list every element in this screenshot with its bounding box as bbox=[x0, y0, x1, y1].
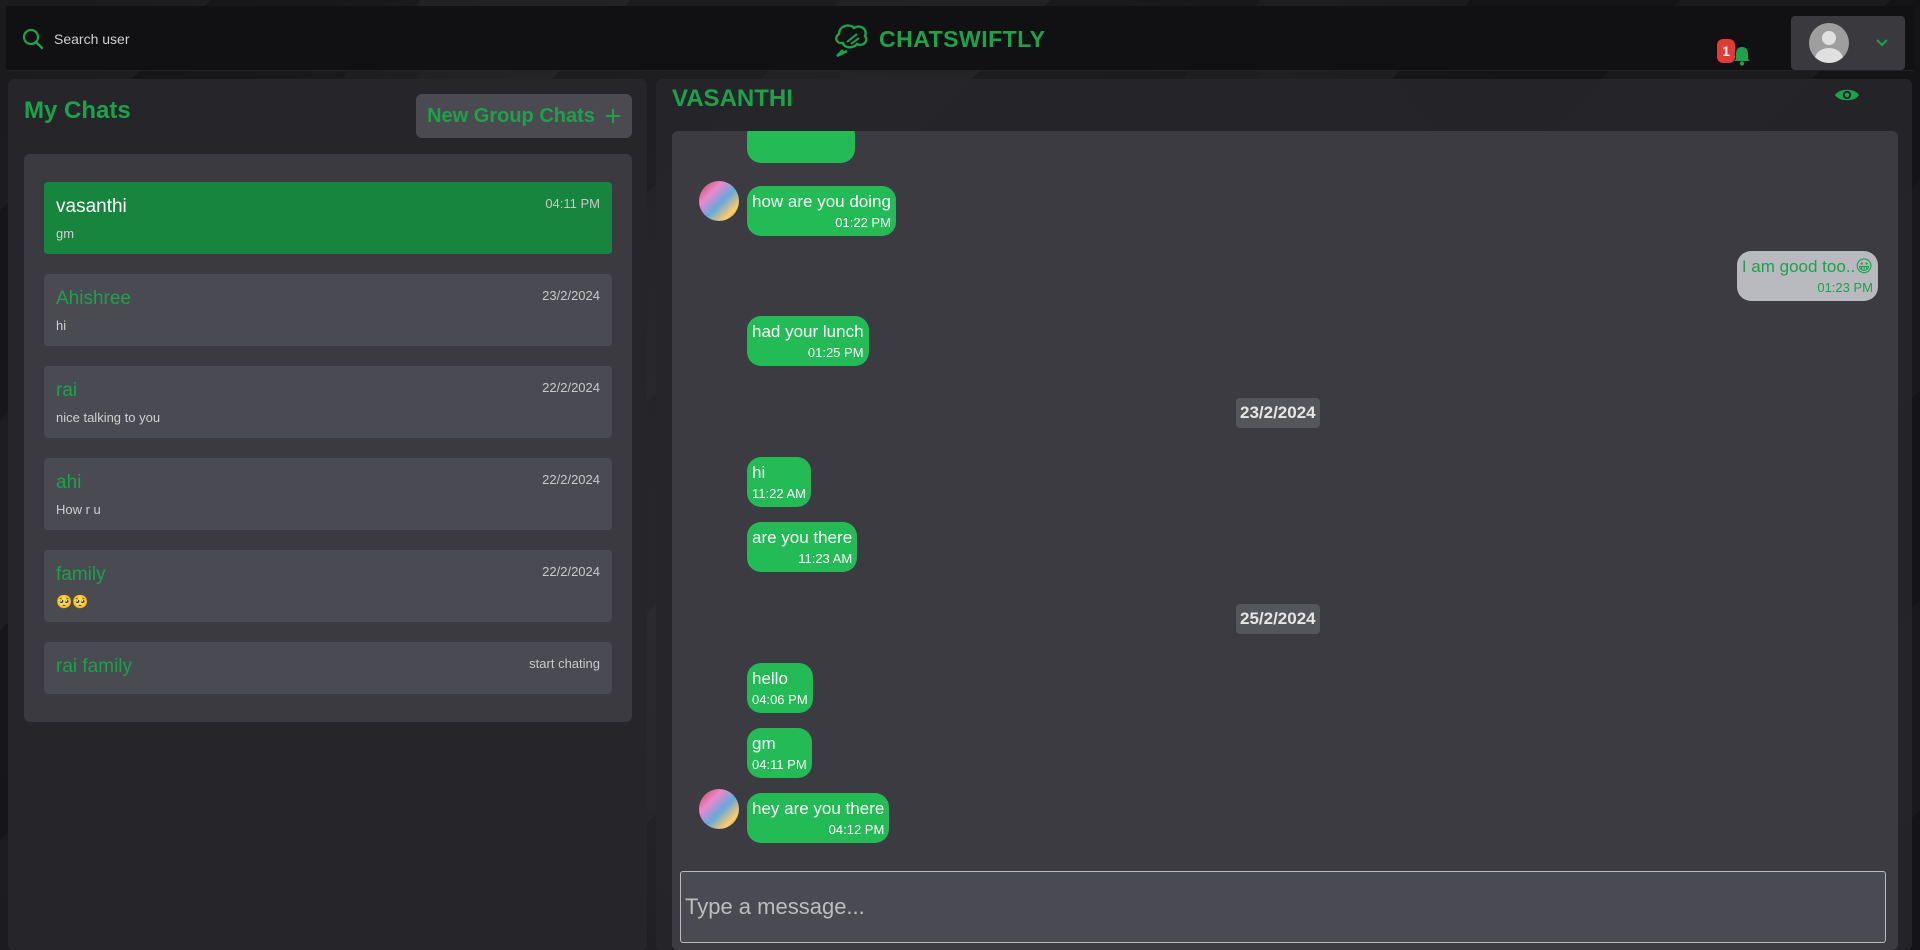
message-bubble bbox=[747, 131, 855, 163]
chat-list-item[interactable]: Ahishree hi 23/2/2024 bbox=[44, 274, 612, 346]
plus-icon bbox=[605, 109, 620, 123]
chat-name: vasanthi bbox=[56, 196, 127, 217]
message-text: how are you doing bbox=[752, 192, 891, 211]
chat-list: vasanthi gm 04:11 PM Ahishree hi 23/2/20… bbox=[24, 154, 632, 722]
my-chats-panel: My Chats New Group Chats vasanthi gm 04:… bbox=[8, 79, 647, 950]
eye-icon bbox=[1835, 89, 1859, 101]
message-time: 01:25 PM bbox=[807, 345, 864, 360]
brand-name: CHATSWIFTLY bbox=[879, 25, 1046, 52]
message-time: 04:11 PM bbox=[752, 757, 807, 772]
date-separator: 23/2/2024 bbox=[1236, 398, 1320, 428]
chat-last-message: hi bbox=[56, 318, 67, 333]
chat-logo-icon bbox=[835, 24, 868, 58]
message-text: hey are you there bbox=[752, 799, 885, 818]
chat-time: 22/2/2024 bbox=[542, 380, 600, 395]
my-chats-title: My Chats bbox=[24, 97, 131, 124]
profile-menu-button[interactable] bbox=[1791, 16, 1905, 70]
message-bubble: had your lunch 01:25 PM bbox=[747, 316, 869, 366]
chat-time: 04:11 PM bbox=[545, 196, 600, 211]
message-bubble: are you there 11:23 AM bbox=[747, 522, 858, 572]
message-time: 11:23 AM bbox=[798, 551, 853, 566]
avatar bbox=[1809, 23, 1849, 63]
message-area: how are you doing 01:22 PM I am good too… bbox=[672, 131, 1898, 950]
message-time: 04:06 PM bbox=[752, 692, 808, 707]
view-profile-button[interactable] bbox=[1834, 85, 1864, 109]
top-bar: Search user CHATSWIFTLY 1 bbox=[6, 6, 1914, 71]
chat-last-message: gm bbox=[56, 226, 75, 241]
bell-icon bbox=[1734, 47, 1750, 66]
chevron-down-icon bbox=[1876, 39, 1888, 47]
chat-name: rai family bbox=[56, 656, 133, 677]
message-text: had your lunch bbox=[752, 322, 864, 341]
chat-list-item[interactable]: vasanthi gm 04:11 PM bbox=[44, 182, 612, 254]
chat-list-item[interactable]: family 🥺🥺 22/2/2024 bbox=[44, 550, 612, 622]
message-time: 04:12 PM bbox=[828, 822, 885, 837]
chat-time: start chating bbox=[529, 656, 600, 671]
message-text: gm bbox=[752, 734, 776, 753]
message-time: 11:22 AM bbox=[752, 486, 806, 501]
chat-name: Ahishree bbox=[56, 288, 131, 309]
message-bubble: hi 11:22 AM bbox=[747, 457, 811, 507]
chat-name: family bbox=[56, 564, 106, 585]
message-time: 01:23 PM bbox=[1817, 280, 1873, 295]
conversation-title: VASANTHI bbox=[672, 85, 793, 112]
search-user-button[interactable]: Search user bbox=[22, 28, 129, 50]
brand: CHATSWIFTLY bbox=[831, 20, 1046, 58]
search-user-label: Search user bbox=[54, 31, 130, 47]
chat-last-message: 🥺🥺 bbox=[56, 594, 89, 609]
message-time: 01:22 PM bbox=[835, 215, 891, 230]
chat-last-message: nice talking to you bbox=[56, 410, 161, 425]
avatar bbox=[699, 181, 739, 221]
message-text: hello bbox=[752, 669, 788, 688]
new-group-chat-button[interactable]: New Group Chats bbox=[416, 94, 632, 138]
chat-list-item[interactable]: rai nice talking to you 22/2/2024 bbox=[44, 366, 612, 438]
avatar bbox=[699, 789, 739, 829]
chat-time: 23/2/2024 bbox=[542, 288, 600, 303]
conversation-panel: VASANTHI how are you doing 01:22 PM I am… bbox=[656, 79, 1912, 950]
chat-time: 22/2/2024 bbox=[542, 564, 600, 579]
message-bubble: hello 04:06 PM bbox=[747, 663, 813, 713]
message-text: are you there bbox=[752, 528, 853, 547]
chat-list-item[interactable]: rai family start chating bbox=[44, 642, 612, 694]
date-separator: 25/2/2024 bbox=[1236, 604, 1320, 634]
search-icon bbox=[22, 28, 44, 50]
chat-time: 22/2/2024 bbox=[542, 472, 600, 487]
message-bubble: I am good too..😀 01:23 PM bbox=[1736, 251, 1878, 301]
message-bubble: gm 04:11 PM bbox=[747, 728, 812, 778]
message-text: I am good too..😀 bbox=[1741, 257, 1873, 276]
message-bubble: hey are you there 04:12 PM bbox=[747, 793, 890, 843]
notifications-button[interactable]: 1 bbox=[1711, 36, 1751, 70]
message-text: hi bbox=[752, 463, 766, 482]
chat-last-message: How r u bbox=[56, 502, 101, 517]
chat-name: ahi bbox=[56, 472, 82, 493]
chat-list-item[interactable]: ahi How r u 22/2/2024 bbox=[44, 458, 612, 530]
chat-name: rai bbox=[56, 380, 78, 401]
new-group-label: New Group Chats bbox=[427, 104, 595, 127]
message-input[interactable] bbox=[680, 871, 1886, 943]
message-bubble: how are you doing 01:22 PM bbox=[747, 186, 896, 236]
